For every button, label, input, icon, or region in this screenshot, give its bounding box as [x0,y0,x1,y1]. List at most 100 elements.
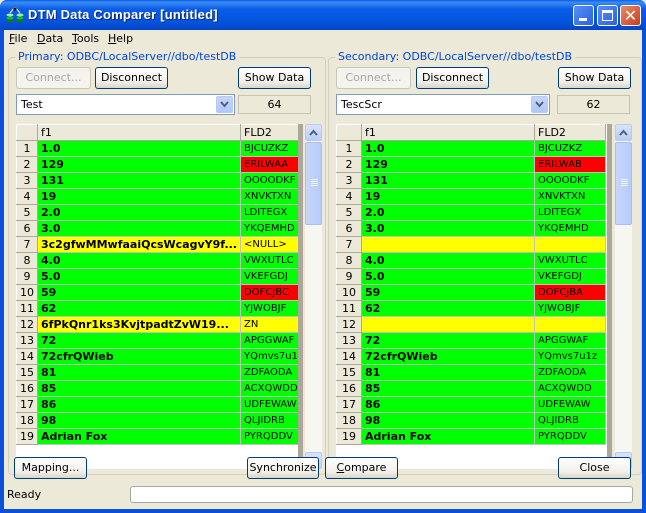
close-button[interactable]: Close [558,457,631,479]
cell-f1[interactable]: 86 [361,396,535,413]
close-window-button[interactable]: ✕ [620,5,641,26]
table-row[interactable]: 1 1.0 BJCUZKZ [16,140,298,157]
cell-fld2[interactable]: UDFEWAW [534,396,606,413]
table-row[interactable]: 10 59 DOFCJBA [336,284,606,301]
cell-f1[interactable]: 3.0 [361,220,535,237]
scroll-thumb[interactable] [305,142,322,225]
cell-fld2[interactable]: YKQEMHD [534,220,606,237]
cell-fld2[interactable]: DOFCJBC [239,284,298,301]
row-number[interactable]: 6 [336,220,362,237]
cell-fld2[interactable]: PYRQDDV [239,428,298,445]
cell-f1[interactable]: Adrian Fox [37,428,241,445]
table-row[interactable]: 12 [336,316,606,333]
cell-fld2[interactable] [534,236,606,253]
column-header-fld2[interactable]: FLD2 [239,124,298,141]
primary-disconnect-button[interactable]: Disconnect [95,67,168,89]
cell-fld2[interactable]: <NULL> [239,236,298,253]
cell-f1[interactable]: 81 [361,364,535,381]
cell-f1[interactable]: 72cfrQWieb [37,348,241,365]
table-row[interactable]: 6 3.0 YKQEMHD [336,220,606,237]
primary-vertical-scrollbar[interactable] [305,124,322,469]
table-row[interactable]: 7 3c2gfwMMwfaaiQcsWcagvY9f... <NULL> [16,236,298,253]
cell-f1[interactable]: 5.0 [361,268,535,285]
row-number[interactable]: 2 [336,156,362,173]
row-number[interactable]: 7 [336,236,362,253]
cell-f1[interactable]: 19 [361,188,535,205]
row-number[interactable]: 16 [16,380,38,397]
table-row[interactable]: 3 131 OOOODKF [336,172,606,189]
cell-f1[interactable]: 3c2gfwMMwfaaiQcsWcagvY9f... [37,236,241,253]
cell-fld2[interactable]: VWXUTLC [534,252,606,269]
secondary-disconnect-button[interactable]: Disconnect [416,67,489,89]
row-number[interactable]: 15 [16,364,38,381]
cell-f1[interactable]: Adrian Fox [361,428,535,445]
table-row[interactable]: 10 59 DOFCJBC [16,284,298,301]
cell-fld2[interactable]: QLJIDRB [239,412,298,429]
row-number[interactable]: 12 [16,316,38,333]
cell-fld2[interactable]: LDITEGX [239,204,298,221]
cell-f1[interactable]: 6fPkQnr1ks3KvjtpadtZvW19... [37,316,241,333]
compare-button[interactable]: Compare [325,457,398,479]
row-number[interactable]: 17 [16,396,38,413]
table-row[interactable]: 17 86 UDFEWAW [336,396,606,413]
row-number[interactable]: 9 [16,268,38,285]
table-row[interactable]: 2 129 ERILWAB [336,156,606,173]
cell-f1[interactable]: 3.0 [37,220,241,237]
cell-fld2[interactable]: YQmvs7u1z [534,348,606,365]
cell-fld2[interactable]: APGGWAF [534,332,606,349]
primary-table-select[interactable]: Test [16,94,235,115]
cell-f1[interactable]: 131 [361,172,535,189]
cell-fld2[interactable]: APGGWAF [239,332,298,349]
table-row[interactable]: 5 2.0 LDITEGX [16,204,298,221]
cell-fld2[interactable]: DOFCJBA [534,284,606,301]
primary-connect-button[interactable]: Connect... [16,67,91,89]
row-number[interactable]: 11 [16,300,38,317]
cell-f1[interactable]: 4.0 [361,252,535,269]
cell-fld2[interactable]: VWXUTLC [239,252,298,269]
cell-f1[interactable]: 62 [37,300,241,317]
cell-fld2[interactable]: YKQEMHD [239,220,298,237]
row-number[interactable]: 7 [16,236,38,253]
cell-f1[interactable]: 72cfrQWieb [361,348,535,365]
secondary-show-data-button[interactable]: Show Data [558,67,631,89]
row-number[interactable]: 9 [336,268,362,285]
cell-fld2[interactable]: XNVKTXN [534,188,606,205]
cell-fld2[interactable]: ACXQWDD [239,380,298,397]
row-number[interactable]: 15 [336,364,362,381]
chevron-down-icon[interactable] [531,96,548,113]
row-number[interactable]: 17 [336,396,362,413]
row-number[interactable]: 3 [336,172,362,189]
row-number[interactable]: 14 [336,348,362,365]
row-number[interactable]: 6 [16,220,38,237]
cell-f1[interactable]: 2.0 [37,204,241,221]
table-row[interactable]: 13 72 APGGWAF [16,332,298,349]
row-number[interactable]: 10 [336,284,362,301]
row-number[interactable]: 5 [336,204,362,221]
cell-f1[interactable]: 129 [361,156,535,173]
row-number[interactable]: 4 [16,188,38,205]
cell-f1[interactable]: 98 [361,412,535,429]
cell-fld2[interactable]: QLJIDRB [534,412,606,429]
cell-fld2[interactable]: ERILWAA [239,156,298,173]
cell-fld2[interactable]: PYRQDDV [534,428,606,445]
column-header-f1[interactable]: f1 [361,124,535,141]
row-number[interactable]: 12 [336,316,362,333]
row-number[interactable]: 16 [336,380,362,397]
table-row[interactable]: 11 62 YJWOBJF [336,300,606,317]
row-number[interactable]: 10 [16,284,38,301]
cell-f1[interactable]: 2.0 [361,204,535,221]
cell-fld2[interactable] [534,316,606,333]
cell-fld2[interactable]: YJWOBJF [534,300,606,317]
cell-f1[interactable]: 1.0 [361,140,535,157]
table-row[interactable]: 15 81 ZDFAODA [16,364,298,381]
cell-f1[interactable]: 59 [361,284,535,301]
cell-fld2[interactable]: VKEFGDJ [534,268,606,285]
row-number[interactable]: 5 [16,204,38,221]
cell-f1[interactable]: 129 [37,156,241,173]
table-row[interactable]: 11 62 YJWOBJF [16,300,298,317]
table-row[interactable]: 8 4.0 VWXUTLC [16,252,298,269]
cell-f1[interactable]: 86 [37,396,241,413]
row-number[interactable]: 1 [336,140,362,157]
menu-tools[interactable]: Tools [72,32,99,45]
secondary-grid[interactable]: f1 FLD2 1 1.0 BJCUZKZ 2 129 ERILWAB 3 131 OOOODK… [336,124,607,469]
